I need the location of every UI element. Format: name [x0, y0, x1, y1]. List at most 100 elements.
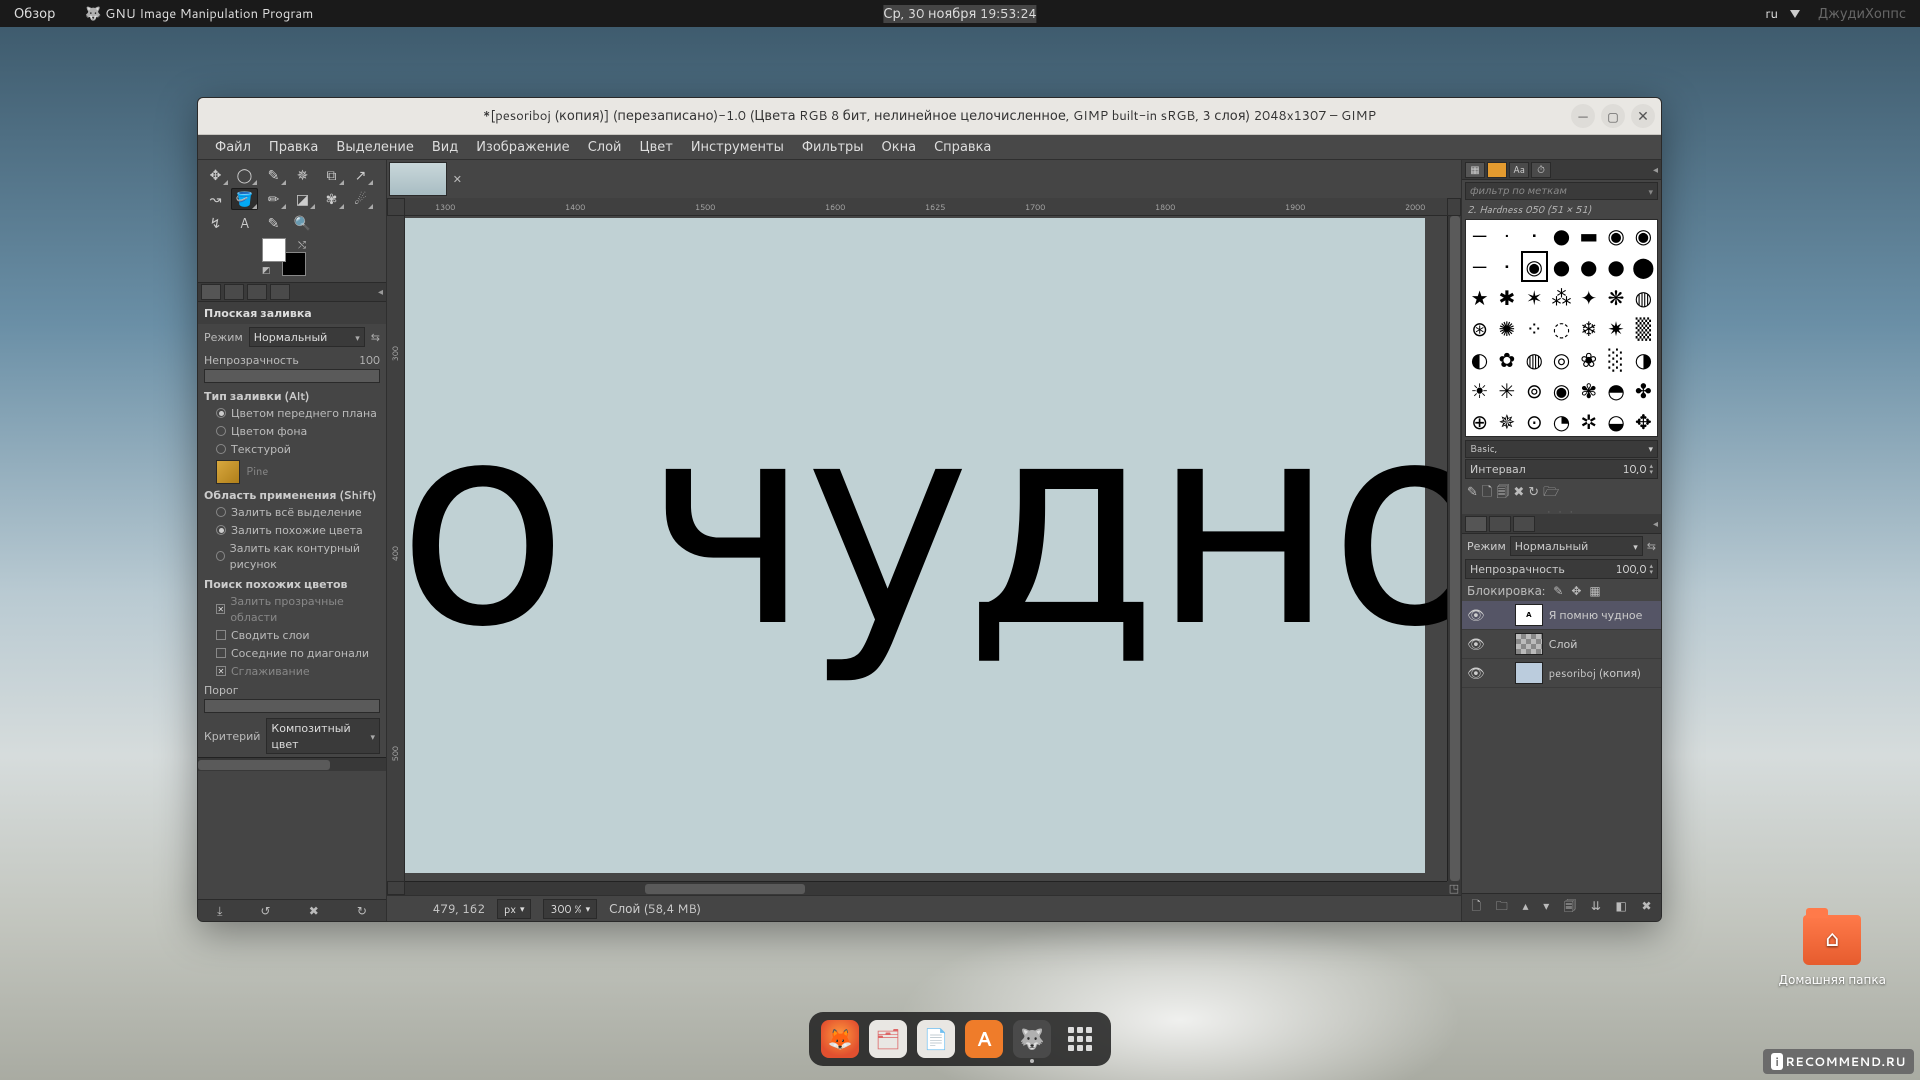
canvas-vscrollbar[interactable] [1447, 216, 1461, 881]
threshold-slider[interactable] [204, 699, 380, 713]
check-transparent[interactable]: ✕Залить прозрачные области [198, 592, 386, 626]
edit-brush-icon[interactable]: ✎ [1467, 483, 1478, 505]
check-merged[interactable]: Сводить слои [198, 626, 386, 644]
menu-filters[interactable]: Фильтры [793, 135, 873, 159]
layer-down-icon[interactable]: ▾ [1543, 897, 1549, 918]
color-picker-tool[interactable]: ✎ [260, 212, 287, 234]
layer-up-icon[interactable]: ▴ [1522, 897, 1528, 918]
dock-show-apps[interactable] [1061, 1020, 1099, 1058]
layer-name[interactable]: Слой [1549, 636, 1578, 652]
lock-pixels-icon[interactable]: ✎ [1553, 582, 1563, 599]
menu-layer[interactable]: Слой [579, 135, 631, 159]
brushes-tab-menu-icon[interactable]: ◂ [1653, 163, 1658, 177]
lock-alpha-icon[interactable]: ▦ [1589, 582, 1600, 599]
dock-gimp[interactable]: 🐺 [1013, 1020, 1051, 1058]
criterion-select[interactable]: Композитный цвет [266, 718, 380, 754]
zoom-tool[interactable]: 🔍 [289, 212, 316, 234]
dock-files[interactable]: 🗂 [869, 1020, 907, 1058]
layer-row[interactable]: 👁 А Я помню чудное [1462, 601, 1661, 630]
layer-name[interactable]: Я помню чудное [1549, 607, 1643, 623]
layer-visibility-icon[interactable]: 👁 [1467, 663, 1485, 683]
paintbrush-tool[interactable]: ✏ [260, 188, 287, 210]
layer-name[interactable]: pesoriboj (копия) [1549, 665, 1641, 681]
activities-button[interactable]: Обзор [14, 5, 55, 23]
menu-view[interactable]: Вид [423, 135, 467, 159]
menu-tools[interactable]: Инструменты [682, 135, 793, 159]
brush-spacing-row[interactable]: Интервал 10,0 ▴▾ [1465, 459, 1658, 479]
dock-software[interactable]: A [965, 1020, 1003, 1058]
image-canvas[interactable]: о чудно [405, 216, 1447, 881]
mode-select[interactable]: Нормальный [249, 327, 365, 347]
pattern-swatch[interactable] [216, 460, 240, 484]
tab-channels[interactable] [1489, 516, 1511, 532]
reset-colors-icon[interactable]: ◩ [262, 263, 271, 276]
menu-edit[interactable]: Правка [260, 135, 327, 159]
window-maximize-button[interactable]: ▢ [1601, 104, 1625, 128]
fuzzy-select-tool[interactable]: ✵ [289, 164, 316, 186]
desktop-home-folder[interactable]: ⌂ Домашняя папка [1779, 915, 1886, 988]
radio-fill-pattern[interactable]: Текстурой [198, 440, 386, 458]
text-tool[interactable]: A [231, 212, 258, 234]
warp-tool[interactable]: ↝ [202, 188, 229, 210]
status-zoom-select[interactable]: 300 % [543, 899, 597, 919]
tab-undo[interactable] [247, 284, 267, 300]
tab-tool-options[interactable] [201, 284, 221, 300]
layers-tab-menu-icon[interactable]: ◂ [1653, 517, 1658, 531]
new-brush-icon[interactable]: 🗋 [1482, 483, 1492, 505]
image-tab-close-icon[interactable]: ✕ [453, 171, 462, 187]
tab-history[interactable]: ⏱ [1531, 162, 1551, 178]
tab-fonts[interactable]: Aa [1509, 162, 1529, 178]
layer-row[interactable]: 👁 Слой [1462, 630, 1661, 659]
status-unit-select[interactable]: px [497, 899, 531, 919]
topbar-clock[interactable]: Ср, 30 ноября 19:53:24 [883, 5, 1036, 23]
dup-brush-icon[interactable]: 🗐 [1496, 483, 1509, 505]
brush-grid[interactable]: —·•●▬◉◉ —•◉●●●⬤ ★✱✶⁂✦❋◍ ⊛✺⁘◌❄✷▒ ◐✿◍◎❀░◑ … [1465, 219, 1658, 437]
tab-patterns[interactable] [1487, 162, 1507, 178]
swap-colors-icon[interactable]: ⤭ [298, 238, 306, 252]
dup-layer-icon[interactable]: 🗐 [1564, 897, 1576, 918]
vertical-ruler[interactable]: 300400500 [387, 216, 405, 881]
tabstrip-menu-icon[interactable]: ◂ [378, 285, 383, 299]
menu-image[interactable]: Изображение [467, 135, 578, 159]
horizontal-ruler[interactable]: 130014001500160016251700180019002000 [405, 198, 1447, 216]
lock-position-icon[interactable]: ✥ [1571, 582, 1581, 599]
new-layer-icon[interactable]: 🗋 [1471, 897, 1481, 918]
smudge-tool[interactable]: ☄ [347, 188, 374, 210]
keyboard-layout-indicator[interactable]: ru [1765, 5, 1778, 23]
mode-menu-icon[interactable]: ⇆ [371, 329, 380, 345]
check-diagonal[interactable]: Соседние по диагонали [198, 644, 386, 662]
toolopts-scrollbar[interactable] [198, 757, 386, 771]
brush-preset-select[interactable]: Basic, [1465, 440, 1658, 458]
system-menu-icon[interactable] [1790, 10, 1800, 18]
del-brush-icon[interactable]: ✖ [1513, 483, 1524, 505]
transform-tool[interactable]: ↗ [347, 164, 374, 186]
open-brush-icon[interactable]: 🗁 [1543, 483, 1559, 505]
radio-fill-similar[interactable]: Залить похожие цвета [198, 521, 386, 539]
new-group-icon[interactable]: 🗀 [1496, 897, 1508, 918]
free-select-tool[interactable]: ✎ [260, 164, 287, 186]
tab-brushes[interactable]: ▦ [1465, 162, 1485, 178]
move-tool[interactable]: ✥ [202, 164, 229, 186]
layer-row[interactable]: 👁 pesoriboj (копия) [1462, 659, 1661, 688]
radio-fill-lineart[interactable]: Залить как контурный рисунок [198, 539, 386, 573]
fg-bg-colors[interactable]: ⤭ ◩ [262, 238, 306, 276]
layer-mode-select[interactable]: Нормальный [1510, 536, 1643, 556]
brush-filter-input[interactable]: фильтр по меткам [1465, 182, 1658, 200]
tab-images[interactable] [270, 284, 290, 300]
eraser-tool[interactable]: ◪ [289, 188, 316, 210]
menu-select[interactable]: Выделение [327, 135, 422, 159]
menu-colors[interactable]: Цвет [630, 135, 681, 159]
quick-nav-icon[interactable]: ◳ [1447, 881, 1461, 895]
tab-layers[interactable] [1465, 516, 1487, 532]
reset-preset-icon[interactable]: ↻ [357, 902, 367, 919]
layer-visibility-icon[interactable]: 👁 [1467, 605, 1485, 625]
layer-visibility-icon[interactable]: 👁 [1467, 634, 1485, 654]
crop-tool[interactable]: ⧉ [318, 164, 345, 186]
paths-tool[interactable]: ↯ [202, 212, 229, 234]
dock-firefox[interactable]: 🦊 [821, 1020, 859, 1058]
radio-fill-fg[interactable]: Цветом переднего плана [198, 404, 386, 422]
topbar-app-menu[interactable]: 🐺 GNU Image Manipulation Program [85, 5, 313, 23]
radio-fill-bg[interactable]: Цветом фона [198, 422, 386, 440]
tab-paths[interactable] [1513, 516, 1535, 532]
fg-color-swatch[interactable] [262, 238, 286, 262]
